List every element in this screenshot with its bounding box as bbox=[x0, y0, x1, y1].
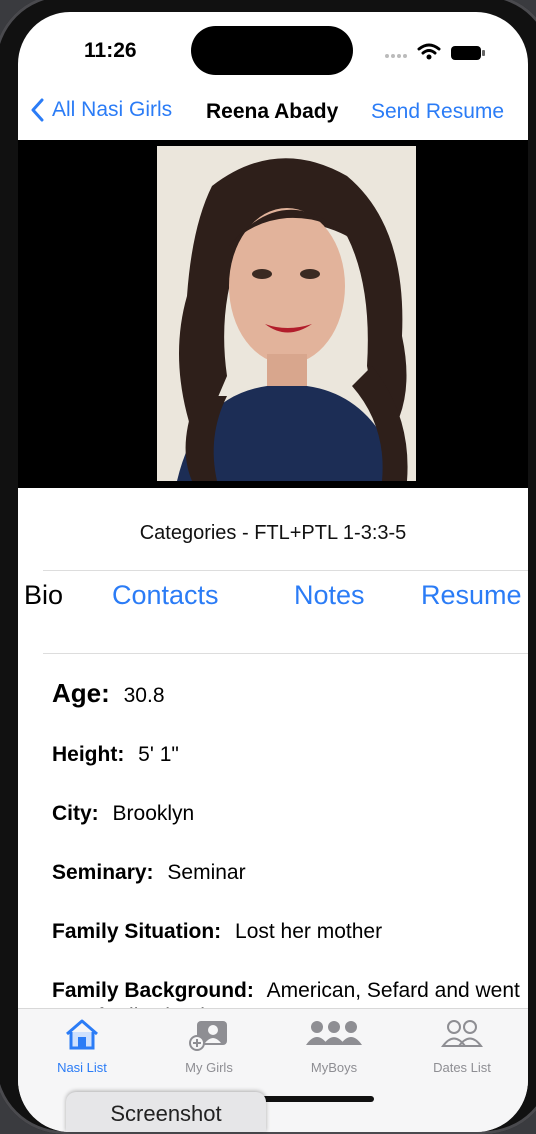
dynamic-island bbox=[191, 26, 353, 75]
tab-bio[interactable]: Bio bbox=[24, 580, 63, 611]
tab-contacts[interactable]: Contacts bbox=[112, 580, 219, 611]
chevron-left-icon bbox=[31, 98, 44, 122]
detail-value: 5' 1" bbox=[138, 743, 179, 766]
person-card-icon bbox=[189, 1021, 227, 1051]
tabbar-item-my-girls[interactable]: My Girls bbox=[149, 1017, 269, 1075]
bio-details: Age: 30.8 Height: 5' 1" City: Brooklyn S… bbox=[52, 680, 522, 1008]
tabbar-label: Nasi List bbox=[57, 1060, 107, 1075]
divider bbox=[43, 653, 528, 654]
three-people-icon bbox=[306, 1021, 362, 1045]
detail-label: City: bbox=[52, 802, 99, 825]
signal-wifi-battery-icon bbox=[385, 43, 485, 60]
detail-row-age: Age: 30.8 bbox=[52, 680, 522, 709]
back-button-label: All Nasi Girls bbox=[52, 98, 173, 121]
tabbar-label: MyBoys bbox=[310, 1060, 358, 1075]
detail-row-height: Height: 5' 1" bbox=[52, 742, 522, 768]
back-button[interactable]: All Nasi Girls bbox=[30, 98, 172, 122]
detail-row-city: City: Brooklyn bbox=[52, 801, 522, 827]
detail-label: Seminary: bbox=[52, 861, 154, 884]
detail-value: Lost her mother bbox=[235, 920, 383, 943]
tab-resume[interactable]: Resume bbox=[421, 580, 522, 611]
tabbar-item-dates-list[interactable]: Dates List bbox=[402, 1017, 522, 1075]
two-people-outline-icon bbox=[441, 1020, 483, 1047]
detail-row-seminary: Seminary: Seminar bbox=[52, 860, 522, 886]
segmented-tabs: Bio Contacts Notes Resume bbox=[18, 580, 528, 624]
tabbar-item-myboys[interactable]: MyBoys bbox=[274, 1017, 394, 1075]
status-bar: 11:26 bbox=[18, 12, 528, 82]
detail-value: Brooklyn bbox=[112, 802, 195, 825]
detail-row-family-situation: Family Situation: Lost her mother bbox=[52, 919, 522, 945]
detail-label: Height: bbox=[52, 743, 125, 766]
detail-value: Seminar bbox=[167, 861, 246, 884]
detail-label: Family Situation: bbox=[52, 920, 222, 943]
detail-label: Age: bbox=[52, 680, 110, 708]
detail-label: Family Background: bbox=[52, 979, 254, 1002]
categories-label: Categories - FTL+PTL 1-3:3-5 bbox=[139, 522, 407, 544]
detail-row-family-background: Family Background: American, Sefard and … bbox=[52, 978, 522, 1008]
screenshot-tab[interactable]: Screenshot bbox=[66, 1092, 266, 1132]
page-title: Reena Abady bbox=[206, 100, 339, 123]
app-screen: 11:26 All Nasi Girls Reena Abady Send Re… bbox=[18, 12, 528, 1132]
profile-photo-area bbox=[18, 140, 528, 488]
house-icon bbox=[66, 1019, 98, 1050]
navigation-bar: All Nasi Girls Reena Abady Send Resume bbox=[18, 90, 528, 134]
status-icons bbox=[383, 40, 493, 62]
detail-value: 30.8 bbox=[123, 684, 165, 707]
profile-photo-image bbox=[157, 146, 416, 481]
profile-photo[interactable] bbox=[157, 146, 416, 481]
tab-notes[interactable]: Notes bbox=[294, 580, 365, 611]
tabbar-item-nasi-list[interactable]: Nasi List bbox=[22, 1017, 142, 1075]
divider bbox=[43, 570, 528, 571]
send-resume-button[interactable]: Send Resume bbox=[371, 100, 504, 124]
status-time: 11:26 bbox=[84, 39, 137, 62]
tabbar-label: Dates List bbox=[433, 1060, 491, 1075]
tabbar-label: My Girls bbox=[185, 1060, 233, 1075]
